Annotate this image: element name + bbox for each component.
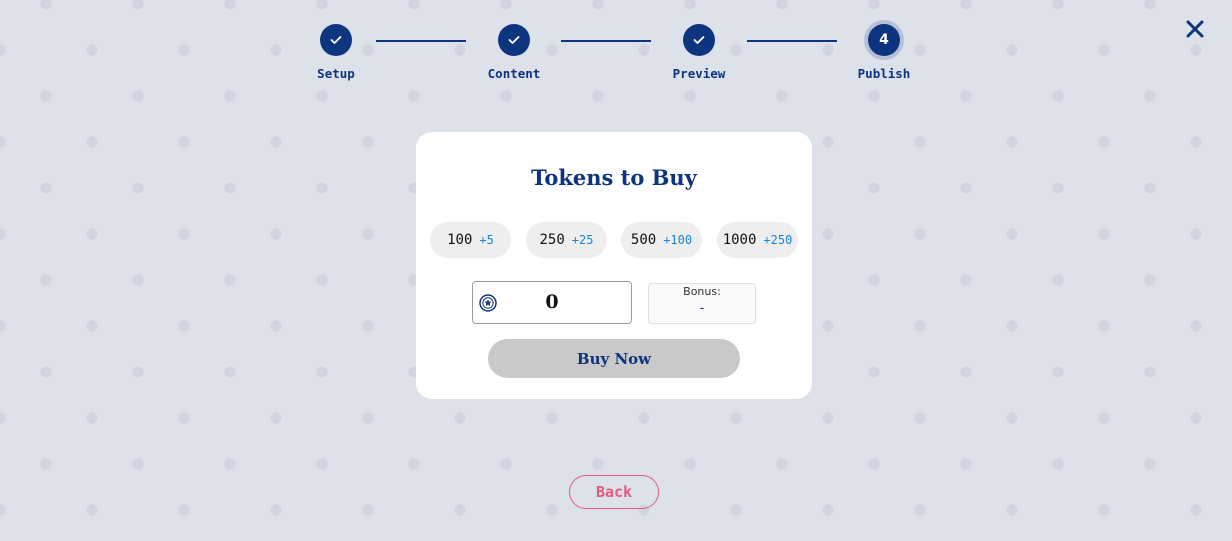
step-label-publish: Publish: [857, 66, 911, 81]
step-content-circle: [498, 24, 530, 56]
package-chip-1000[interactable]: 1000 +250: [717, 222, 798, 258]
package-bonus: +25: [571, 233, 594, 247]
step-preview: Preview: [639, 24, 759, 81]
step-label-preview: Preview: [672, 66, 726, 81]
token-amount-input[interactable]: 0: [472, 281, 632, 324]
package-amount: 250: [539, 232, 565, 248]
step-preview-circle: [683, 24, 715, 56]
step-label-setup: Setup: [317, 66, 355, 81]
step-content: Content: [454, 24, 574, 81]
close-icon: [1186, 20, 1204, 38]
check-icon: [508, 36, 520, 44]
step-publish-circle: 4: [868, 24, 900, 56]
step-setup: Setup: [276, 24, 396, 81]
token-purchase-card: Tokens to Buy 100 +5 250 +25 500 +100 10…: [416, 132, 812, 399]
bonus-value: -: [698, 301, 706, 316]
package-bonus: +5: [479, 233, 494, 247]
buy-now-button[interactable]: Buy Now: [488, 339, 740, 378]
package-chip-500[interactable]: 500 +100: [621, 222, 702, 258]
package-amount: 500: [630, 232, 657, 248]
back-button[interactable]: Back: [569, 475, 659, 509]
token-amount-value: 0: [545, 291, 559, 313]
close-button[interactable]: [1182, 16, 1208, 42]
package-chip-100[interactable]: 100 +5: [430, 222, 511, 258]
package-amount: 1000: [722, 232, 757, 248]
package-chip-250[interactable]: 250 +25: [526, 222, 607, 258]
bonus-label: Bonus:: [683, 285, 721, 298]
step-setup-circle: [320, 24, 352, 56]
package-bonus: +100: [663, 233, 693, 247]
step-connector: [561, 40, 651, 42]
step-label-content: Content: [487, 66, 541, 81]
package-amount: 100: [447, 232, 473, 248]
card-title: Tokens to Buy: [531, 165, 697, 190]
check-icon: [693, 36, 705, 44]
check-icon: [330, 36, 342, 44]
step-publish: 4 Publish: [824, 24, 944, 81]
bonus-display: Bonus: -: [648, 283, 756, 324]
package-bonus: +250: [763, 233, 793, 247]
